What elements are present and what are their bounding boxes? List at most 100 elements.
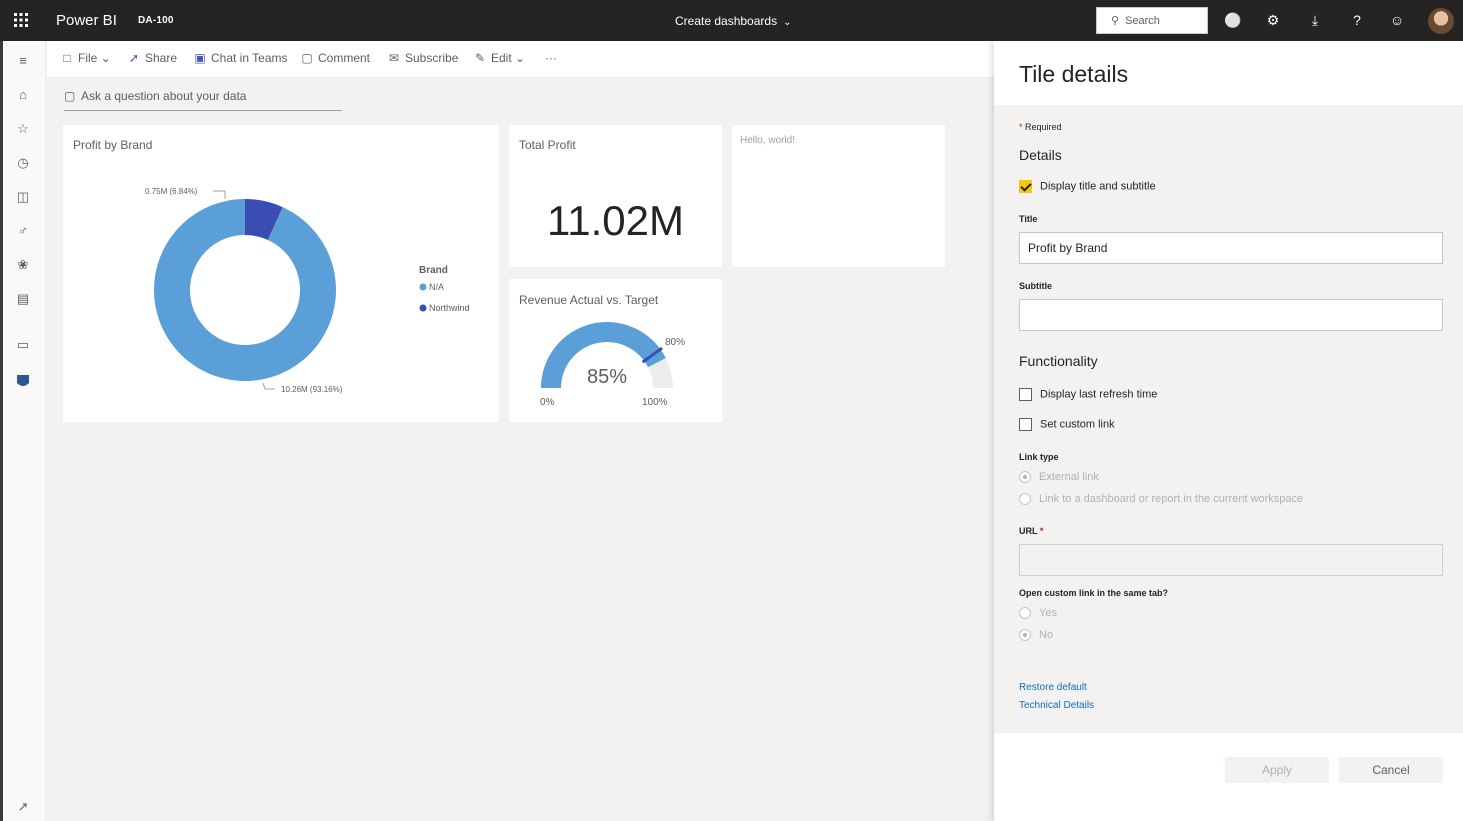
apply-button[interactable]: Apply [1225,757,1329,783]
recent-icon[interactable]: ◷ [13,153,33,173]
shared-icon[interactable]: ♂ [13,221,33,241]
gauge-max-label: 100% [642,397,668,408]
help-icon[interactable]: ? [1348,11,1366,29]
qna-placeholder: Ask a question about your data [81,89,247,103]
share-icon: ➚ [128,51,140,65]
search-placeholder: Search [1125,15,1160,27]
dashboard-link-radio[interactable]: Link to a dashboard or report in the cur… [1019,493,1304,506]
mail-icon: ✉ [388,51,400,65]
edit-label: Edit [491,51,512,65]
details-heading: Details [1019,147,1062,163]
app-title[interactable]: Power BI [56,12,117,29]
external-link-radio[interactable]: External link [1019,471,1099,484]
url-field[interactable] [1019,544,1443,576]
subscribe-label: Subscribe [405,51,459,65]
qna-input[interactable]: ▢ Ask a question about your data [64,89,342,111]
same-tab-label: Open custom link in the same tab? [1019,588,1169,598]
functionality-heading: Functionality [1019,353,1098,369]
favorites-icon[interactable]: ☆ [13,119,33,139]
tile-details-pane: Tile details * Required Details Display … [994,41,1463,821]
pane-title: Tile details [1019,61,1129,87]
download-icon[interactable]: ⤓ [1306,11,1324,29]
settings-icon[interactable]: ⚙ [1264,11,1282,29]
url-label-text: URL [1019,526,1038,536]
same-tab-yes-radio[interactable]: Yes [1019,607,1057,620]
tile-title: Total Profit [519,138,576,152]
chat-in-teams-button[interactable]: ▣ Chat in Teams [193,51,287,65]
file-menu[interactable]: □ File ⌄ [60,51,110,65]
card-value: 11.02M [547,197,684,244]
left-nav: ≡ ⌂ ☆ ◷ ◫ ♂ ❀ ▤ ▭ ↗ [0,41,46,821]
qna-icon: ▢ [64,89,76,103]
restore-default-link[interactable]: Restore default [1019,682,1087,693]
checkbox-checked[interactable] [1019,180,1032,193]
share-button[interactable]: ➚ Share [127,51,177,65]
comment-button[interactable]: ▢ Comment [300,51,370,65]
pane-header: Tile details [994,41,1463,105]
radio-selected[interactable] [1019,471,1031,484]
radio-label: External link [1039,471,1099,483]
cancel-button[interactable]: Cancel [1339,757,1443,783]
avatar[interactable] [1428,8,1454,34]
edit-menu[interactable]: ✎ Edit ⌄ [473,51,525,65]
text-box-content: Hello, world! [740,135,796,146]
legend-marker [419,283,427,291]
set-custom-link-checkbox[interactable]: Set custom link [1019,418,1115,431]
display-refresh-checkbox[interactable]: Display last refresh time [1019,388,1157,401]
radio[interactable] [1019,493,1031,506]
technical-details-link[interactable]: Technical Details [1019,700,1094,711]
tile-text-box[interactable]: Hello, world! [732,125,945,267]
more-options-button[interactable]: ··· [545,51,557,65]
home-icon[interactable]: ⌂ [13,85,33,105]
tile-total-profit[interactable]: Total Profit 11.02M [509,125,722,267]
gauge-value-label: 85% [587,366,627,388]
url-label: URL * [1019,526,1044,536]
data-label-na: 10.26M (93.16%) [281,385,343,394]
teams-icon: ▣ [194,51,206,65]
workspace-name[interactable]: DA-100 [138,15,174,26]
gauge-min-label: 0% [540,397,555,408]
checkbox[interactable] [1019,418,1032,431]
workspaces-icon[interactable]: ▭ [13,335,33,355]
subtitle-label: Subtitle [1019,281,1052,291]
learn-icon[interactable]: ▤ [13,289,33,309]
radio-label: No [1039,629,1054,641]
legend-item-northwind: Northwind [429,303,470,313]
dashboard-title-dropdown[interactable]: Create dashboards ⌄ [675,14,791,28]
file-icon: □ [63,51,71,65]
search-icon: ⚲ [1111,15,1120,27]
apps-icon[interactable]: ◫ [13,187,33,207]
waffle-icon[interactable] [12,11,30,29]
radio-selected[interactable] [1019,629,1031,642]
comment-label: Comment [318,51,371,65]
hamburger-icon[interactable]: ≡ [13,51,33,71]
tile-profit-by-brand[interactable]: Profit by Brand 0.75M (6.84%) 10.26M (93… [63,125,499,422]
expand-icon[interactable]: ↗ [13,797,33,817]
title-field[interactable] [1019,232,1443,264]
title-label: Title [1019,214,1038,224]
legend-marker [419,304,427,312]
radio-label: Link to a dashboard or report in the cur… [1039,493,1304,505]
top-header: Power BI DA-100 Create dashboards ⌄ ⚲ Sear… [0,0,1463,41]
checkbox-label: Display last refresh time [1040,388,1158,401]
feedback-icon[interactable]: ☺ [1388,11,1406,29]
radio-label: Yes [1039,607,1057,619]
checkbox[interactable] [1019,388,1032,401]
required-label: Required [1025,122,1062,132]
tile-revenue-gauge[interactable]: Revenue Actual vs. Target 85% 80% 0% 100… [509,279,722,422]
donut-slice-na[interactable] [154,199,336,381]
comment-icon: ▢ [301,51,313,65]
notification-icon[interactable]: ⚪ [1224,11,1242,29]
search-box[interactable]: ⚲ Search [1096,7,1208,34]
workspace-icon[interactable] [13,371,33,391]
subscribe-button[interactable]: ✉ Subscribe [387,51,458,65]
checkbox-label: Display title and subtitle [1040,180,1156,193]
same-tab-no-radio[interactable]: No [1019,629,1054,642]
deployment-icon[interactable]: ❀ [13,255,33,275]
display-title-subtitle-checkbox[interactable]: Display title and subtitle [1019,180,1156,193]
radio[interactable] [1019,607,1031,620]
chevron-down-icon: ⌄ [783,17,792,28]
file-label: File [78,51,98,65]
subtitle-field[interactable] [1019,299,1443,331]
leader-line [213,190,226,199]
